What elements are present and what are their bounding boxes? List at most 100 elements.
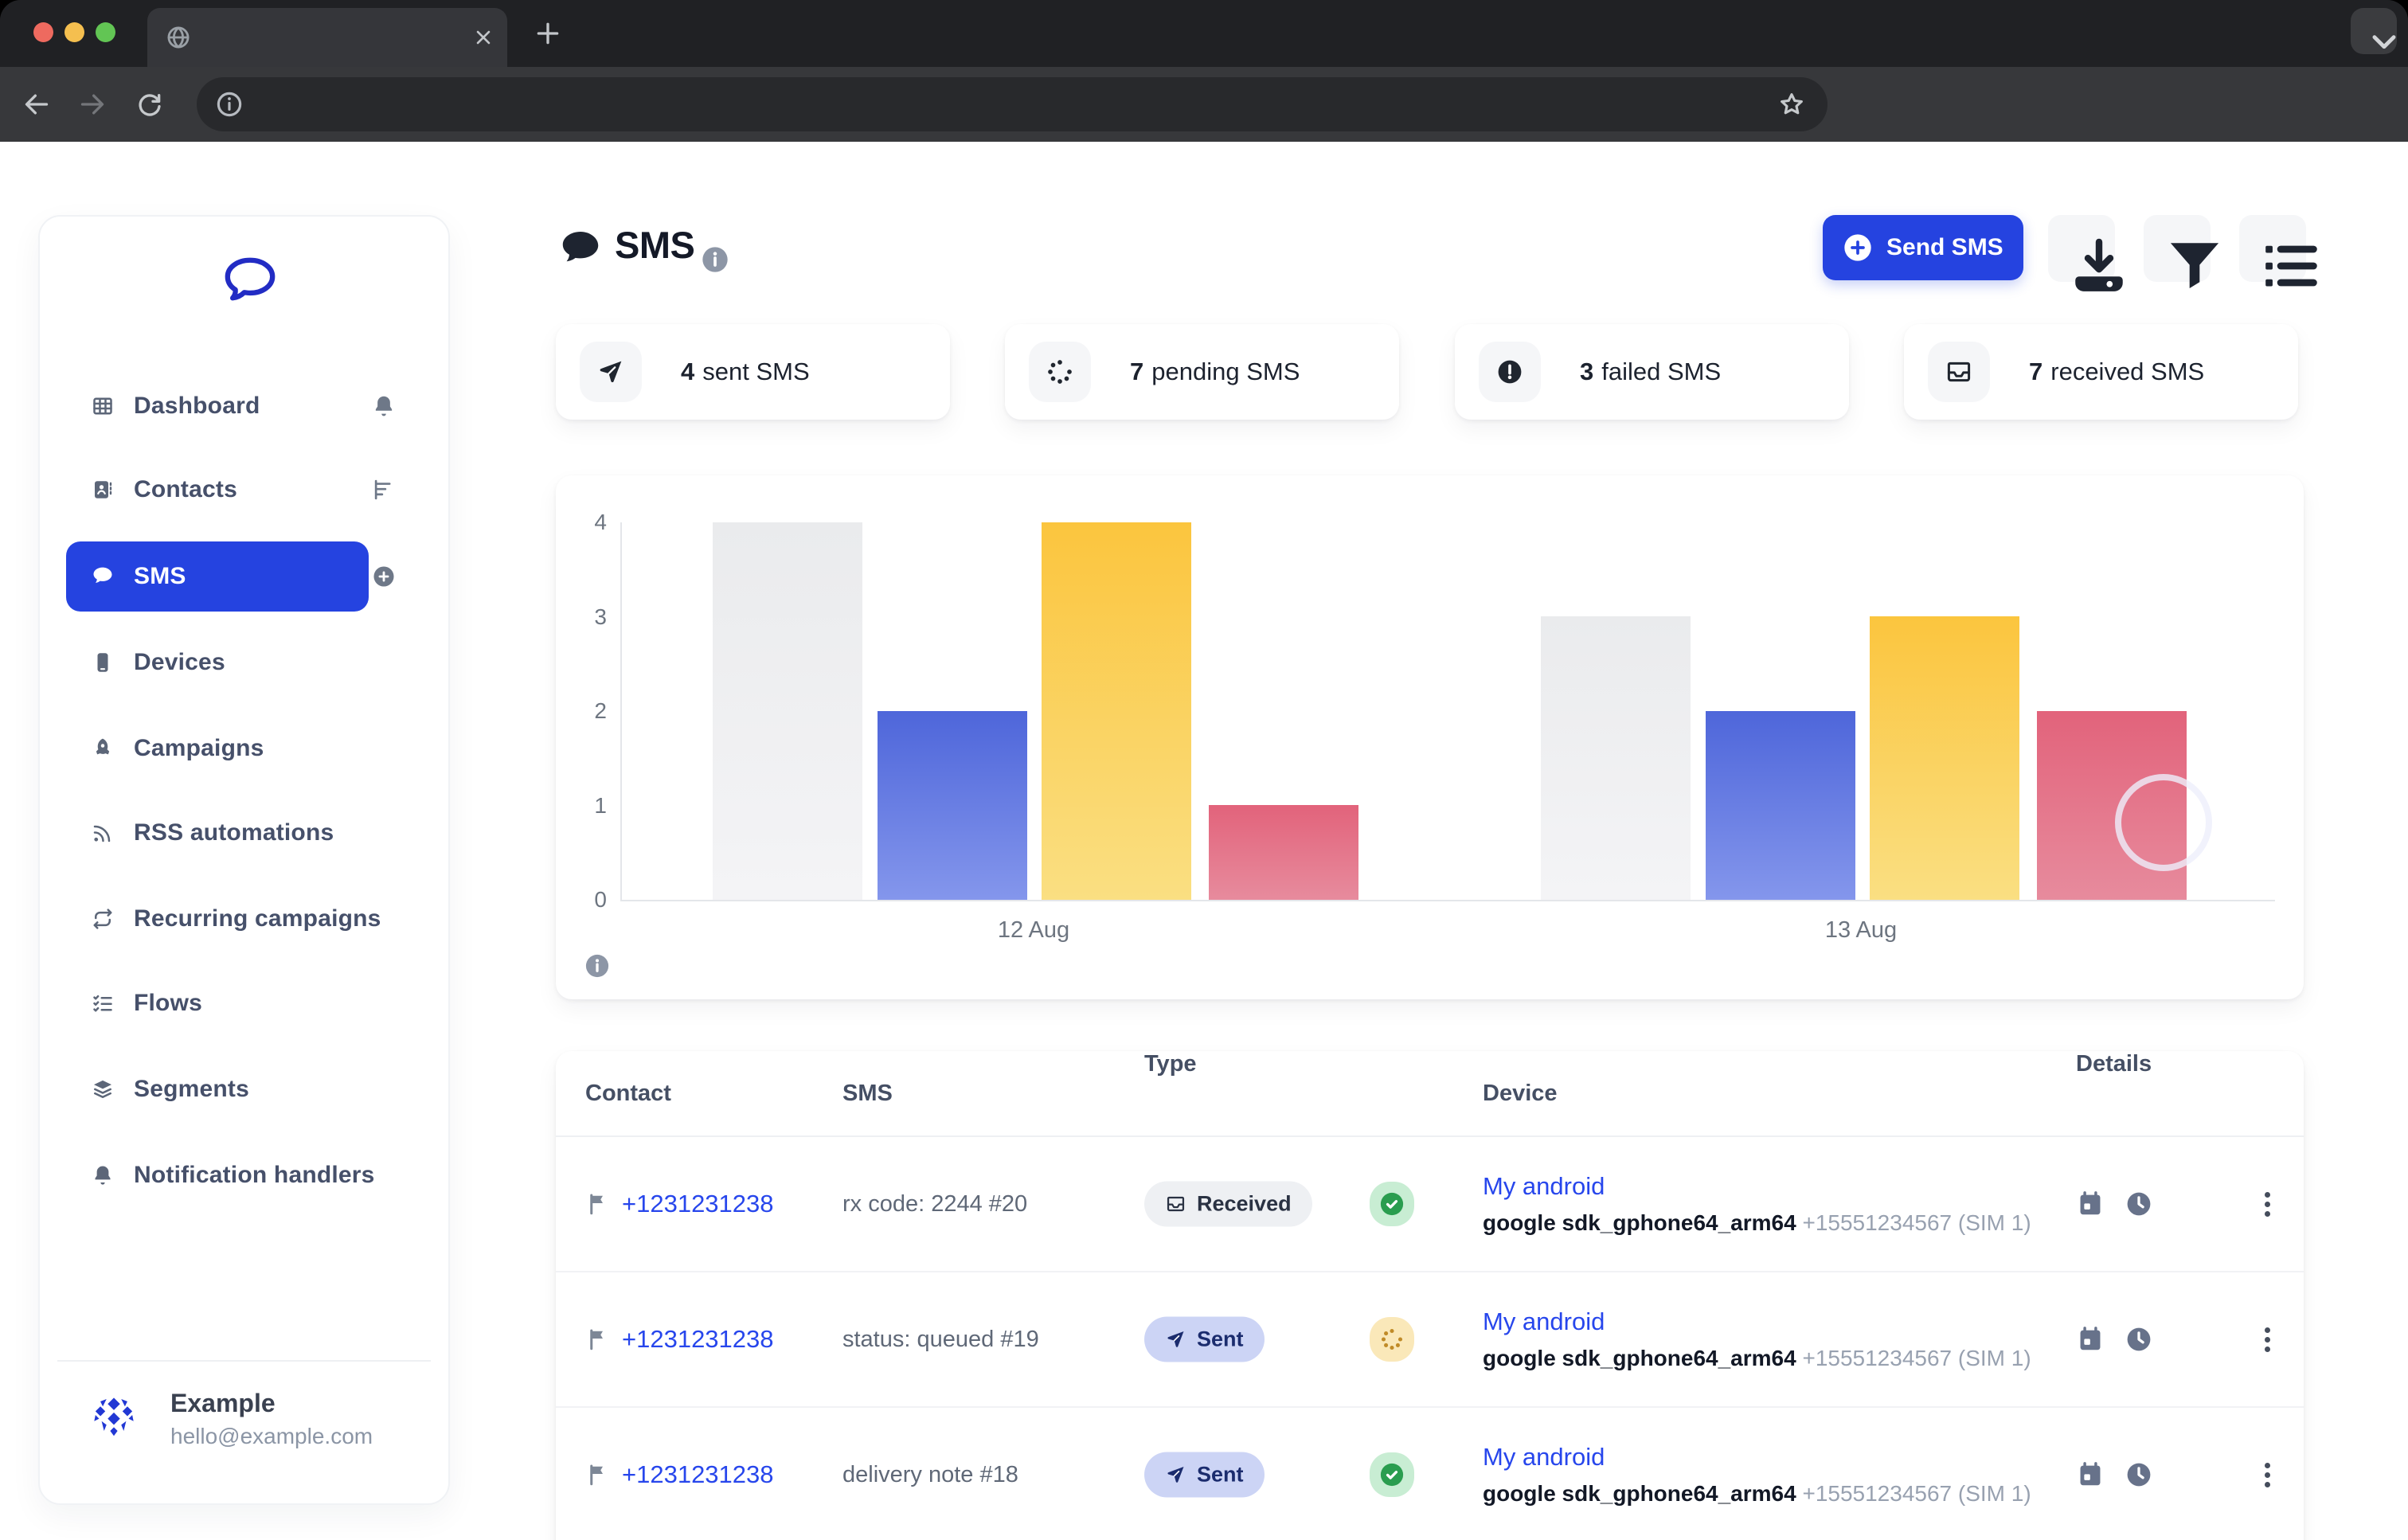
contact-link[interactable]: +1231231238	[622, 1190, 774, 1218]
column-header-type: Type	[1144, 1051, 1483, 1135]
chat-icon	[91, 565, 115, 588]
browser-tab[interactable]	[147, 8, 507, 67]
row-menu-kebab-icon[interactable]	[2258, 1456, 2277, 1494]
sms-text: delivery note #18	[842, 1462, 1144, 1488]
forward-icon[interactable]	[76, 88, 108, 120]
table-header-row: ContactSMSTypeDeviceDetails	[556, 1051, 2304, 1137]
send-sms-button[interactable]: Send SMS	[1823, 215, 2023, 280]
status-pending-icon	[1370, 1317, 1414, 1362]
send-icon	[1165, 1464, 1186, 1486]
flag-icon	[585, 1192, 609, 1216]
inbox-icon	[1165, 1194, 1186, 1215]
y-axis-tick: 3	[562, 604, 607, 630]
alert-icon	[1479, 342, 1541, 402]
sidebar-item-label: Campaigns	[134, 735, 264, 762]
sidebar-item-contacts[interactable]: Contacts	[66, 455, 369, 525]
title-info-icon[interactable]	[699, 244, 731, 276]
sidebar-item-label: Recurring campaigns	[134, 905, 381, 932]
send-icon	[580, 342, 642, 402]
status-success-icon	[1370, 1182, 1414, 1226]
type-badge-sent: Sent	[1144, 1317, 1265, 1362]
sidebar-item-label: Flows	[134, 990, 202, 1017]
browser-window: Dashboard Contacts SMS Devices Campaigns RSS …	[0, 0, 2408, 1540]
stat-text: 4sent SMS	[681, 324, 810, 420]
user-card[interactable]: Example hello@example.com	[40, 1373, 452, 1468]
sms-text: rx code: 2244 #20	[842, 1191, 1144, 1218]
sidebar-item-dashboard[interactable]: Dashboard	[66, 371, 369, 441]
sidebar-item-label: SMS	[134, 563, 186, 590]
device-link[interactable]: My android	[1483, 1307, 2076, 1336]
bell-icon	[91, 1163, 115, 1187]
sms-table: ContactSMSTypeDeviceDetails +1231231238 r…	[556, 1051, 2304, 1540]
y-axis-tick: 2	[562, 698, 607, 724]
sidebar-item-label: Notification handlers	[134, 1162, 375, 1189]
phone-icon	[91, 651, 115, 674]
url-bar[interactable]	[197, 77, 1828, 131]
site-info-icon[interactable]	[214, 89, 244, 119]
chart-info-icon[interactable]	[583, 952, 612, 980]
clock-icon	[2125, 1190, 2153, 1218]
calendar-icon	[2076, 1190, 2105, 1218]
contact-link[interactable]: +1231231238	[622, 1460, 774, 1489]
sidebar-item-campaigns[interactable]: Campaigns	[66, 713, 369, 784]
device-link[interactable]: My android	[1483, 1443, 2076, 1472]
bar-gray-13-Aug	[1541, 616, 1691, 900]
column-header-contact: Contact	[585, 1081, 842, 1107]
x-axis-label: 12 Aug	[998, 917, 1069, 944]
list-view-button[interactable]	[2239, 215, 2306, 282]
sidebar-item-sms[interactable]: SMS	[66, 541, 369, 612]
bar-yellow-12-Aug	[1042, 522, 1191, 900]
window-zoom-button[interactable]	[96, 22, 115, 42]
tab-close-icon[interactable]	[471, 25, 496, 50]
row-menu-kebab-icon[interactable]	[2258, 1320, 2277, 1358]
bell-icon[interactable]	[371, 393, 397, 419]
contact-link[interactable]: +1231231238	[622, 1325, 774, 1354]
back-icon[interactable]	[21, 88, 53, 120]
inbox-icon	[1928, 342, 1990, 402]
column-header-details: Details	[2076, 1051, 2274, 1135]
bar-chart-icon[interactable]	[371, 477, 397, 502]
rocket-icon	[91, 737, 115, 760]
stat-text: 7pending SMS	[1130, 324, 1300, 420]
export-download-button[interactable]	[2048, 215, 2115, 282]
sidebar-item-notification-handlers[interactable]: Notification handlers	[66, 1140, 369, 1210]
sidebar-item-flows[interactable]: Flows	[66, 968, 369, 1038]
clock-icon	[2125, 1325, 2153, 1354]
app-logo-speech-bubble-icon	[217, 252, 283, 312]
calendar-icon	[2076, 1325, 2105, 1354]
spinner-icon	[1029, 342, 1091, 402]
filter-button[interactable]	[2144, 215, 2211, 282]
sidebar-item-label: Contacts	[134, 476, 237, 503]
chevron-down-icon[interactable]	[2351, 8, 2397, 54]
bar-blue-13-Aug	[1706, 711, 1855, 900]
calendar-icon	[2076, 1460, 2105, 1489]
row-menu-kebab-icon[interactable]	[2258, 1185, 2277, 1223]
type-badge-received: Received	[1144, 1182, 1312, 1227]
sidebar-item-label: Dashboard	[134, 393, 260, 420]
sidebar-item-rss-automations[interactable]: RSS automations	[66, 798, 369, 868]
column-header-sms: SMS	[842, 1081, 1144, 1107]
window-close-button[interactable]	[33, 22, 53, 42]
window-minimize-button[interactable]	[64, 22, 84, 42]
clock-icon	[2125, 1460, 2153, 1489]
grid-icon	[91, 394, 115, 418]
sidebar-item-recurring-campaigns[interactable]: Recurring campaigns	[66, 884, 369, 954]
bookmark-star-icon[interactable]	[1777, 89, 1807, 119]
device-link[interactable]: My android	[1483, 1172, 2076, 1201]
device-details: google sdk_gphone64_arm64 +15551234567 (…	[1483, 1210, 2076, 1236]
flag-icon	[585, 1463, 609, 1487]
stat-card-failed-SMS: 3failed SMS	[1455, 324, 1849, 420]
bar-yellow-13-Aug	[1870, 616, 2019, 900]
browser-toolbar	[0, 67, 2408, 142]
sidebar-item-devices[interactable]: Devices	[66, 627, 369, 698]
y-axis-tick: 1	[562, 793, 607, 819]
new-tab-icon[interactable]	[532, 18, 564, 49]
reload-icon[interactable]	[134, 88, 166, 120]
plus-circle-icon[interactable]	[371, 564, 397, 589]
type-badge-sent: Sent	[1144, 1452, 1265, 1498]
stat-text: 7received SMS	[2029, 324, 2204, 420]
device-details: google sdk_gphone64_arm64 +15551234567 (…	[1483, 1346, 2076, 1371]
sidebar-item-segments[interactable]: Segments	[66, 1054, 369, 1124]
y-axis-tick: 0	[562, 887, 607, 913]
user-name: Example	[170, 1389, 276, 1418]
